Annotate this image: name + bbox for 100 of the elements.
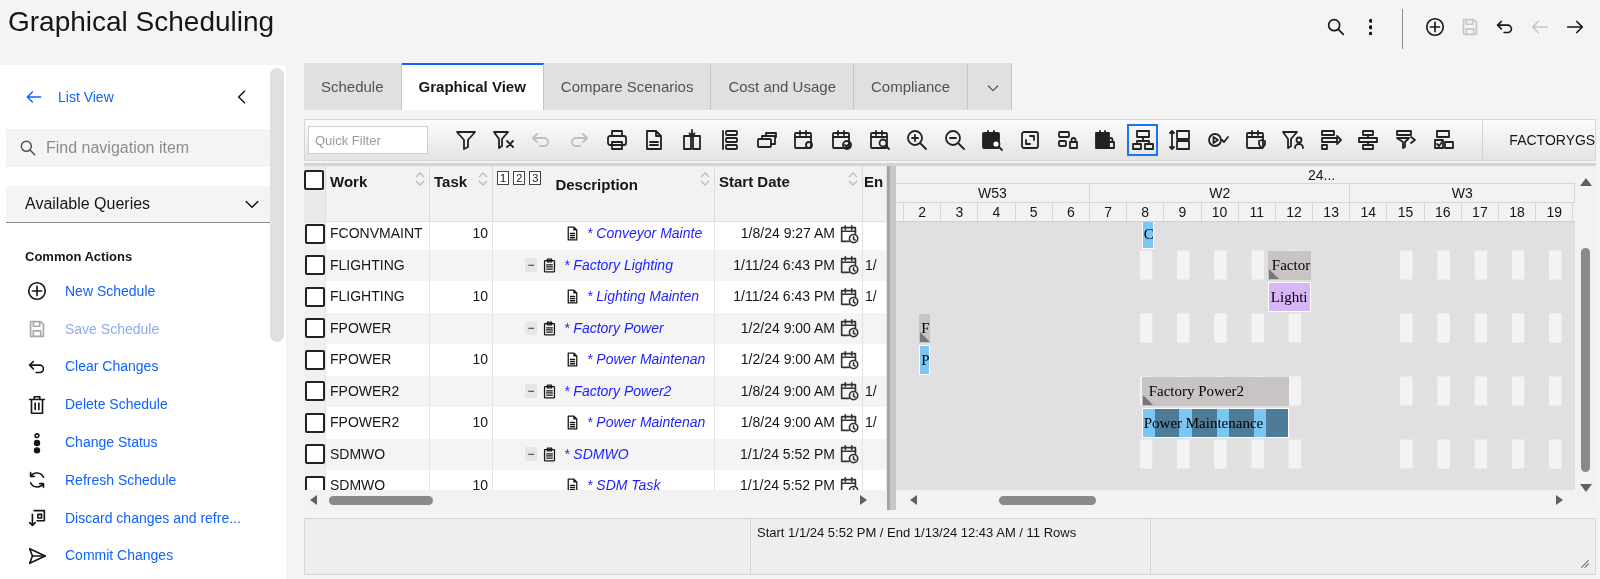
table-cell-text: FLIGHTING — [330, 287, 405, 307]
level-button[interactable]: 3 — [529, 171, 542, 185]
search-field[interactable]: Find navigation item — [6, 129, 270, 167]
description-link[interactable]: * Factory Power2 — [564, 380, 672, 402]
column-header: Work — [330, 172, 368, 192]
row-checkbox[interactable] — [304, 349, 325, 370]
filter-icon — [454, 128, 479, 152]
row-checkbox[interactable] — [304, 286, 325, 307]
row-checkbox[interactable] — [304, 255, 325, 276]
collapse-toggle[interactable]: − — [525, 447, 537, 462]
zoom-in-icon — [905, 128, 930, 152]
collapse-toggle[interactable]: − — [525, 258, 537, 273]
summary-bar[interactable]: Factory Power2 — [1141, 376, 1289, 406]
task-bar[interactable]: Lighti — [1267, 282, 1312, 312]
sidebar-action-link[interactable]: Change Status — [6, 423, 270, 462]
list-view-link[interactable]: List View — [24, 86, 114, 108]
description-link[interactable]: * Factory Power — [564, 317, 664, 339]
description-link[interactable]: * SDM Task — [587, 475, 661, 490]
column-header: Task — [434, 172, 468, 192]
sidebar-action-link[interactable]: Clear Changes — [6, 348, 270, 386]
level-button[interactable]: 1 — [497, 171, 510, 185]
start-date: 1/2/24 9:00 AM — [740, 350, 835, 370]
start-date: 1/2/24 9:00 AM — [740, 318, 835, 338]
scrollbar-thumb[interactable] — [1581, 248, 1590, 472]
toolbar-button[interactable] — [1127, 124, 1159, 156]
end-date: 1/ — [865, 287, 877, 307]
calendar-clock-icon[interactable] — [838, 254, 860, 277]
description-link[interactable]: * Conveyor Mainte — [587, 223, 703, 245]
sidebar-action-link[interactable]: Commit Changes — [6, 537, 270, 575]
day-label: 19 — [1546, 204, 1563, 220]
task-bar[interactable]: P — [919, 345, 931, 375]
trash-icon — [26, 393, 48, 416]
scroll-left-icon[interactable] — [310, 495, 317, 505]
clipboard-icon — [541, 382, 558, 400]
calendar-clock-icon[interactable] — [838, 285, 860, 308]
scrollbar-thumb[interactable] — [270, 68, 284, 342]
sidebar-action-link[interactable]: Delete Schedule — [6, 385, 270, 424]
sidebar-action-link[interactable]: Discard changes and refre... — [6, 499, 270, 538]
queries-dropdown[interactable]: Available Queries — [6, 186, 270, 223]
day-label: 16 — [1434, 204, 1451, 220]
collapse-toggle[interactable]: − — [525, 384, 537, 399]
tab[interactable]: Schedule — [304, 63, 402, 110]
day-label: 15 — [1397, 204, 1414, 220]
tab[interactable]: Compliance — [854, 63, 969, 110]
row-checkbox[interactable] — [304, 475, 325, 490]
calendar-clock-icon[interactable] — [838, 317, 860, 340]
scrollbar-thumb[interactable] — [329, 495, 433, 505]
select-all-checkbox[interactable] — [304, 170, 324, 190]
task-bar[interactable]: C — [1141, 222, 1155, 249]
description-link[interactable]: * Factory Lighting — [564, 254, 673, 276]
tab[interactable]: Graphical View — [401, 63, 544, 110]
day-label: 13 — [1323, 204, 1339, 220]
scroll-up-icon[interactable] — [1579, 178, 1592, 186]
level-button[interactable]: 2 — [513, 171, 526, 185]
sidebar-action-link[interactable]: Refresh Schedule — [6, 461, 270, 500]
calendar-clock-icon[interactable] — [838, 411, 860, 434]
scroll-left-icon[interactable] — [910, 495, 917, 505]
column-header: Start Date — [719, 172, 790, 192]
calendar-clock-icon[interactable] — [838, 348, 860, 371]
summary-bar[interactable]: Factor — [1267, 250, 1312, 280]
quick-filter-field[interactable]: Quick Filter — [308, 126, 428, 154]
search-icon — [18, 138, 38, 158]
sidebar-action-link[interactable]: New Schedule — [6, 272, 270, 311]
description-link[interactable]: * Power Maintenan — [587, 349, 706, 371]
scroll-right-icon[interactable] — [860, 495, 867, 505]
day-label: 9 — [1178, 204, 1187, 220]
row-checkbox[interactable] — [304, 318, 325, 339]
day-label: 5 — [1029, 204, 1038, 220]
start-date: 1/8/24 9:00 AM — [740, 413, 835, 433]
row-checkbox[interactable] — [304, 412, 325, 433]
tab[interactable]: Cost and Usage — [711, 63, 854, 110]
scrollbar-thumb[interactable] — [999, 495, 1096, 505]
add-icon — [1423, 16, 1446, 38]
calendar-clock-icon[interactable] — [838, 443, 860, 466]
collapse-toggle[interactable]: − — [525, 321, 537, 336]
zoom-out-icon — [942, 128, 967, 152]
day-label: 10 — [1211, 204, 1228, 220]
table-cell-text: FPOWER — [330, 350, 392, 370]
row-checkbox[interactable] — [304, 444, 325, 465]
table-cell-text: 10 — [472, 287, 488, 307]
description-link[interactable]: * Power Maintenan — [587, 412, 706, 434]
row-checkbox[interactable] — [304, 381, 325, 402]
day-label: 2 — [918, 204, 926, 220]
calendar-check-icon — [830, 128, 855, 152]
start-date: 1/11/24 6:43 PM — [733, 287, 835, 307]
calendar-clock-icon[interactable] — [838, 474, 860, 490]
day-label: 7 — [1104, 204, 1112, 220]
calendar-clock-icon[interactable] — [838, 380, 860, 403]
description-link[interactable]: * SDMWO — [564, 443, 629, 465]
add-icon — [26, 280, 48, 303]
table-cell-text: 10 — [472, 413, 488, 433]
row-checkbox[interactable] — [304, 223, 325, 244]
tab[interactable]: Compare Scenarios — [543, 63, 712, 110]
scroll-right-icon[interactable] — [1556, 495, 1563, 505]
day-label: 12 — [1286, 204, 1302, 220]
description-link[interactable]: * Lighting Mainten — [587, 286, 700, 308]
start-date: 1/8/24 9:00 AM — [740, 381, 835, 401]
calendar-clock-icon[interactable] — [838, 222, 860, 245]
scroll-down-icon[interactable] — [1579, 484, 1592, 492]
end-date: 1/ — [865, 381, 877, 401]
